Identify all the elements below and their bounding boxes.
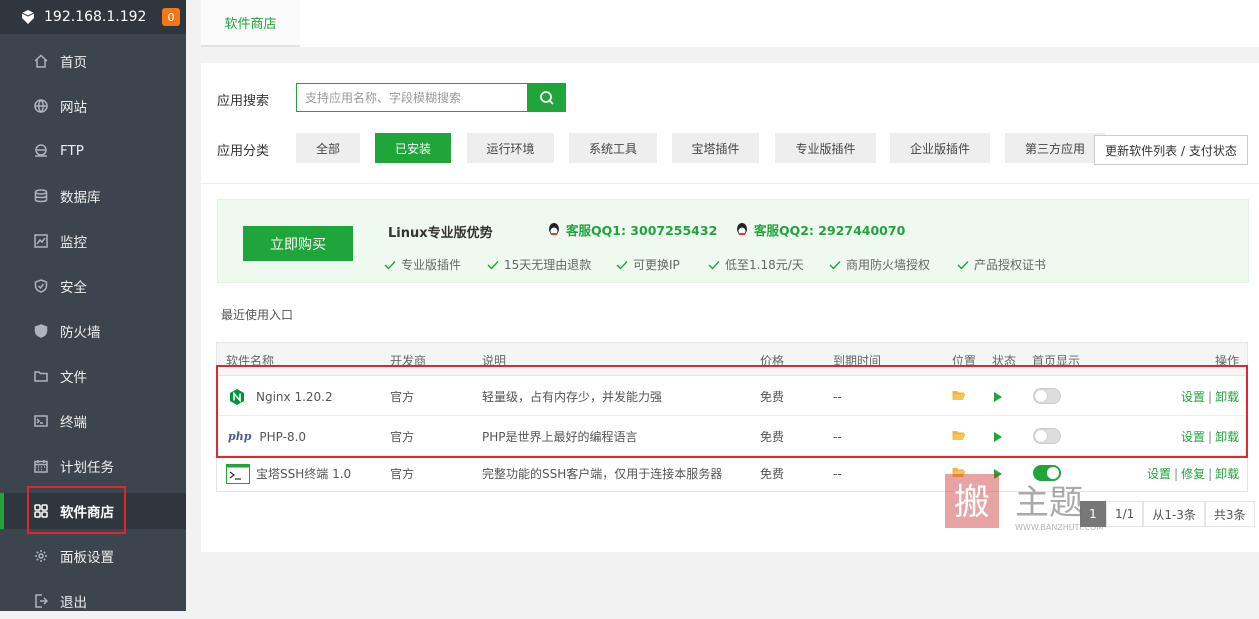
qq-contact-1[interactable]: 客服QQ1: 3007255432 [546, 220, 717, 239]
sidebar-item-label: 文件 [60, 370, 87, 386]
watermark-logo: 搬 主题 WWW.BANZHUTI.COM [945, 474, 1103, 532]
highlight-box [27, 486, 126, 534]
category-all[interactable]: 全部 [296, 133, 360, 163]
firewall-icon [34, 324, 48, 338]
notification-badge[interactable]: 0 [162, 8, 180, 26]
sidebar-item-label: 面板设置 [60, 550, 114, 566]
sidebar-item-label: 计划任务 [60, 460, 114, 476]
qq-icon [549, 222, 559, 235]
promo-title: Linux专业版优势 [388, 226, 493, 241]
terminal-app-icon [226, 463, 250, 484]
promo-feature: 可更换IP [616, 256, 680, 273]
home-icon [34, 54, 48, 68]
category-pro-plugins[interactable]: 专业版插件 [775, 133, 876, 163]
sidebar-item-settings[interactable]: 面板设置 [0, 538, 186, 574]
separator: | [1208, 466, 1213, 481]
ftp-icon [35, 144, 47, 157]
category-label: 应用分类 [217, 144, 270, 159]
sidebar: 192.168.1.192 0 首页 网站 FTP 数据库 监控 安全 防火墙 … [0, 0, 186, 611]
promo-banner: 立即购买 Linux专业版优势 客服QQ1: 3007255432 客服QQ2:… [217, 199, 1249, 283]
check-icon [957, 260, 969, 270]
monitor-icon [34, 234, 48, 248]
host-ip[interactable]: 192.168.1.192 [44, 9, 146, 25]
sidebar-item-security[interactable]: 安全 [0, 268, 186, 304]
svg-text:搬: 搬 [954, 482, 990, 523]
sidebar-item-label: 首页 [60, 55, 87, 71]
qq-icon [737, 222, 747, 235]
folder-icon [34, 371, 48, 382]
search-label: 应用搜索 [217, 94, 270, 109]
category-runtime[interactable]: 运行环境 [467, 133, 554, 163]
promo-feature: 15天无理由退款 [487, 256, 591, 273]
gear-icon [35, 550, 47, 562]
category-installed[interactable]: 已安装 [375, 133, 451, 163]
check-icon [829, 260, 841, 270]
uninstall-link[interactable]: 卸载 [1215, 465, 1239, 482]
search-button[interactable] [527, 83, 566, 112]
calendar-icon [34, 460, 48, 473]
database-icon [34, 189, 48, 203]
sidebar-item-cron[interactable]: 计划任务 [0, 448, 186, 484]
qq2-text: 客服QQ2: 2927440070 [754, 223, 906, 238]
sidebar-item-terminal[interactable]: 终端 [0, 403, 186, 439]
sidebar-item-label: FTP [60, 143, 84, 159]
shield-icon [34, 279, 48, 293]
check-icon [487, 260, 499, 270]
tab-bar: 软件商店 [201, 0, 1259, 47]
sidebar-item-files[interactable]: 文件 [0, 358, 186, 394]
sidebar-item-firewall[interactable]: 防火墙 [0, 313, 186, 349]
qq1-text: 客服QQ1: 3007255432 [566, 223, 718, 238]
category-system-tools[interactable]: 系统工具 [569, 133, 657, 163]
sidebar-item-ftp[interactable]: FTP [0, 133, 186, 169]
sidebar-item-home[interactable]: 首页 [0, 43, 186, 79]
terminal-icon [34, 415, 48, 427]
sidebar-item-label: 防火墙 [60, 325, 101, 341]
promo-feature: 商用防火墙授权 [829, 256, 930, 273]
search-input[interactable]: 支持应用名称、字段模糊搜索 [296, 83, 528, 112]
search-icon [539, 90, 554, 105]
vendor: 官方 [390, 467, 415, 481]
sidebar-item-label: 监控 [60, 235, 87, 251]
software-name[interactable]: 宝塔SSH终端 1.0 [226, 455, 351, 492]
separator: | [1174, 466, 1179, 481]
sidebar-item-label: 安全 [60, 280, 87, 296]
logout-icon [35, 594, 48, 608]
check-icon [616, 260, 628, 270]
sidebar-item-label: 网站 [60, 100, 87, 116]
recent-entry-label: 最近使用入口 [221, 308, 294, 322]
buy-now-button[interactable]: 立即购买 [243, 226, 353, 261]
category-bt-plugins[interactable]: 宝塔插件 [672, 133, 759, 163]
server-icon [21, 10, 35, 24]
sidebar-item-label: 终端 [60, 415, 87, 431]
refresh-list-button[interactable]: 更新软件列表 / 支付状态 [1094, 135, 1248, 165]
category-enterprise-plugins[interactable]: 企业版插件 [890, 133, 990, 163]
sidebar-item-logout[interactable]: 退出 [0, 583, 186, 619]
page-total: 共3条 [1204, 501, 1255, 527]
sidebar-item-database[interactable]: 数据库 [0, 178, 186, 214]
promo-feature: 低至1.18元/天 [708, 256, 804, 273]
promo-feature: 产品授权证书 [957, 256, 1046, 273]
price: 免费 [760, 467, 785, 481]
sidebar-item-monitor[interactable]: 监控 [0, 223, 186, 259]
globe-icon [34, 99, 48, 113]
description: 完整功能的SSH客户端，仅用于连接本服务器 [482, 467, 723, 481]
promo-feature: 专业版插件 [384, 256, 461, 273]
highlight-box [216, 365, 1248, 458]
tab-store[interactable]: 软件商店 [201, 0, 300, 47]
sidebar-item-website[interactable]: 网站 [0, 88, 186, 124]
sidebar-item-label: 退出 [60, 595, 87, 611]
sidebar-header: 192.168.1.192 0 [0, 0, 186, 34]
svg-text:主题: 主题 [1015, 483, 1083, 523]
repair-link[interactable]: 修复 [1181, 465, 1205, 482]
check-icon [384, 260, 396, 270]
divider [201, 183, 1259, 184]
category-third-party[interactable]: 第三方应用 [1005, 133, 1105, 163]
svg-text:WWW.BANZHUTI.COM: WWW.BANZHUTI.COM [1015, 523, 1103, 532]
check-icon [708, 260, 720, 270]
expire-time: -- [833, 466, 842, 481]
qq-contact-2[interactable]: 客服QQ2: 2927440070 [734, 220, 905, 239]
sidebar-item-label: 数据库 [60, 190, 101, 206]
